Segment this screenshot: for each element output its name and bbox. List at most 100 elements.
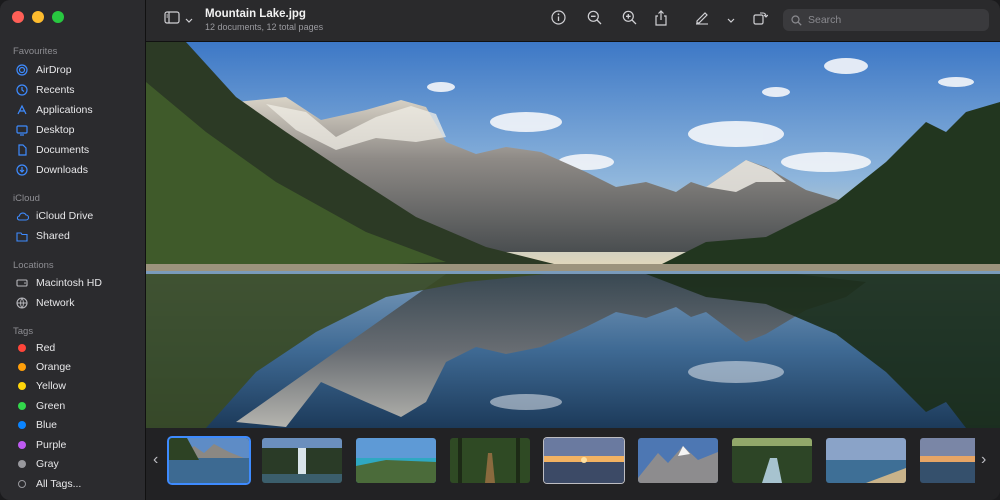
close-window-button[interactable] [12, 11, 24, 23]
tag-dot-icon [14, 363, 30, 371]
airdrop-icon [14, 64, 30, 76]
sidebar-tag-yellow[interactable]: Yellow [8, 377, 138, 395]
tag-dot-icon [14, 441, 30, 449]
window-controls [12, 11, 64, 23]
hard-drive-icon [14, 278, 30, 288]
sidebar-tag-all-tags[interactable]: All Tags... [8, 475, 138, 493]
markup-pen-icon [694, 10, 710, 30]
sidebar-item-label: Documents [36, 144, 90, 156]
all-tags-icon [14, 480, 30, 488]
sidebar-tag-gray[interactable]: Gray [8, 455, 138, 473]
sidebar-item-label: Yellow [36, 380, 66, 392]
sidebar-tag-red[interactable]: Red [8, 339, 138, 357]
sidebar-item-label: iCloud Drive [36, 210, 94, 222]
tag-dot-icon [14, 402, 30, 410]
sidebar-item-applications[interactable]: Applications [8, 101, 138, 119]
search-input[interactable]: Search [783, 9, 989, 31]
sidebar-item-label: Macintosh HD [36, 277, 102, 289]
markup-options-button[interactable] [725, 8, 737, 32]
toolbar: Mountain Lake.jpg 12 documents, 12 total… [146, 0, 1000, 42]
info-icon [550, 10, 566, 30]
thumb-sunset-beach[interactable] [544, 438, 624, 483]
share-icon [654, 9, 668, 31]
sidebar-item-label: Purple [36, 439, 67, 451]
sidebar-item-label: Network [36, 297, 75, 309]
desktop-icon [14, 124, 30, 136]
thumbnail-strip: ‹ › [146, 428, 1000, 500]
sidebar-section-tags: Tags [13, 326, 34, 337]
applications-icon [14, 104, 30, 116]
download-icon [14, 164, 30, 176]
sidebar-section-icloud: iCloud [13, 193, 40, 204]
sidebar-item-icloud-drive[interactable]: iCloud Drive [8, 207, 138, 225]
clock-icon [14, 84, 30, 96]
search-icon [791, 14, 802, 26]
zoom-out-button[interactable] [584, 8, 604, 32]
sidebar: Favourites AirDrop Recents Applications … [0, 0, 146, 500]
sidebar-item-downloads[interactable]: Downloads [8, 161, 138, 179]
chevron-down-icon [727, 11, 735, 29]
shared-folder-icon [14, 231, 30, 242]
rotate-icon [752, 10, 769, 30]
sidebar-section-locations: Locations [13, 260, 54, 271]
zoom-window-button[interactable] [52, 11, 64, 23]
sidebar-item-label: Recents [36, 84, 75, 96]
sidebar-item-network[interactable]: Network [8, 294, 138, 312]
sidebar-item-label: Gray [36, 458, 59, 470]
thumb-coastal-bay[interactable] [356, 438, 436, 483]
minimize-window-button[interactable] [32, 11, 44, 23]
document-subtitle: 12 documents, 12 total pages [205, 22, 324, 32]
tag-dot-icon [14, 460, 30, 468]
network-icon [14, 297, 30, 309]
sidebar-item-label: Green [36, 400, 66, 412]
info-button[interactable] [548, 8, 568, 32]
sidebar-item-label: Red [36, 342, 56, 354]
chevron-down-icon [185, 11, 193, 29]
markup-button[interactable] [692, 8, 712, 32]
sidebar-item-label: Blue [36, 419, 58, 431]
chevron-left-icon[interactable]: ‹ [153, 451, 158, 469]
chevron-right-icon[interactable]: › [981, 451, 986, 469]
rotate-button[interactable] [750, 8, 770, 32]
thumb-forest-path[interactable] [450, 438, 530, 483]
share-button[interactable] [651, 8, 671, 32]
preview-window: Favourites AirDrop Recents Applications … [0, 0, 1000, 500]
sidebar-item-label: AirDrop [36, 64, 72, 76]
thumb-snowy-peaks[interactable] [638, 438, 718, 483]
sidebar-tag-blue[interactable]: Blue [8, 416, 138, 434]
sidebar-item-label: Desktop [36, 124, 75, 136]
sidebar-item-label: Downloads [36, 164, 88, 176]
sidebar-tag-green[interactable]: Green [8, 397, 138, 415]
search-placeholder: Search [808, 14, 842, 26]
tag-dot-icon [14, 421, 30, 429]
sidebar-tag-purple[interactable]: Purple [8, 436, 138, 454]
zoom-in-button[interactable] [619, 8, 639, 32]
sidebar-item-shared[interactable]: Shared [8, 227, 138, 245]
tag-dot-icon [14, 382, 30, 390]
thumb-forest-stream[interactable] [732, 438, 812, 483]
sidebar-item-airdrop[interactable]: AirDrop [8, 61, 138, 79]
sidebar-item-label: All Tags... [36, 478, 82, 490]
main-image-mountain-lake [146, 42, 1000, 428]
sidebar-tag-orange[interactable]: Orange [8, 358, 138, 376]
cloud-icon [14, 211, 30, 221]
tag-dot-icon [14, 344, 30, 352]
thumb-waterfall[interactable] [262, 438, 342, 483]
document-title: Mountain Lake.jpg [205, 8, 306, 20]
sidebar-section-favourites: Favourites [13, 46, 58, 57]
sidebar-item-recents[interactable]: Recents [8, 81, 138, 99]
sidebar-item-label: Applications [36, 104, 93, 116]
sidebar-toggle-icon [163, 11, 180, 29]
document-icon [14, 144, 30, 156]
zoom-in-icon [622, 10, 637, 30]
sidebar-toggle-button[interactable] [161, 8, 195, 32]
sidebar-item-label: Orange [36, 361, 72, 373]
sidebar-item-desktop[interactable]: Desktop [8, 121, 138, 139]
zoom-out-icon [587, 10, 602, 30]
thumb-evening-shore[interactable] [920, 438, 1000, 483]
sidebar-item-documents[interactable]: Documents [8, 141, 138, 159]
sidebar-item-label: Shared [36, 230, 70, 242]
thumb-ocean-shore[interactable] [826, 438, 906, 483]
sidebar-item-macintosh-hd[interactable]: Macintosh HD [8, 274, 138, 292]
thumb-mountain-lake[interactable] [169, 438, 249, 483]
